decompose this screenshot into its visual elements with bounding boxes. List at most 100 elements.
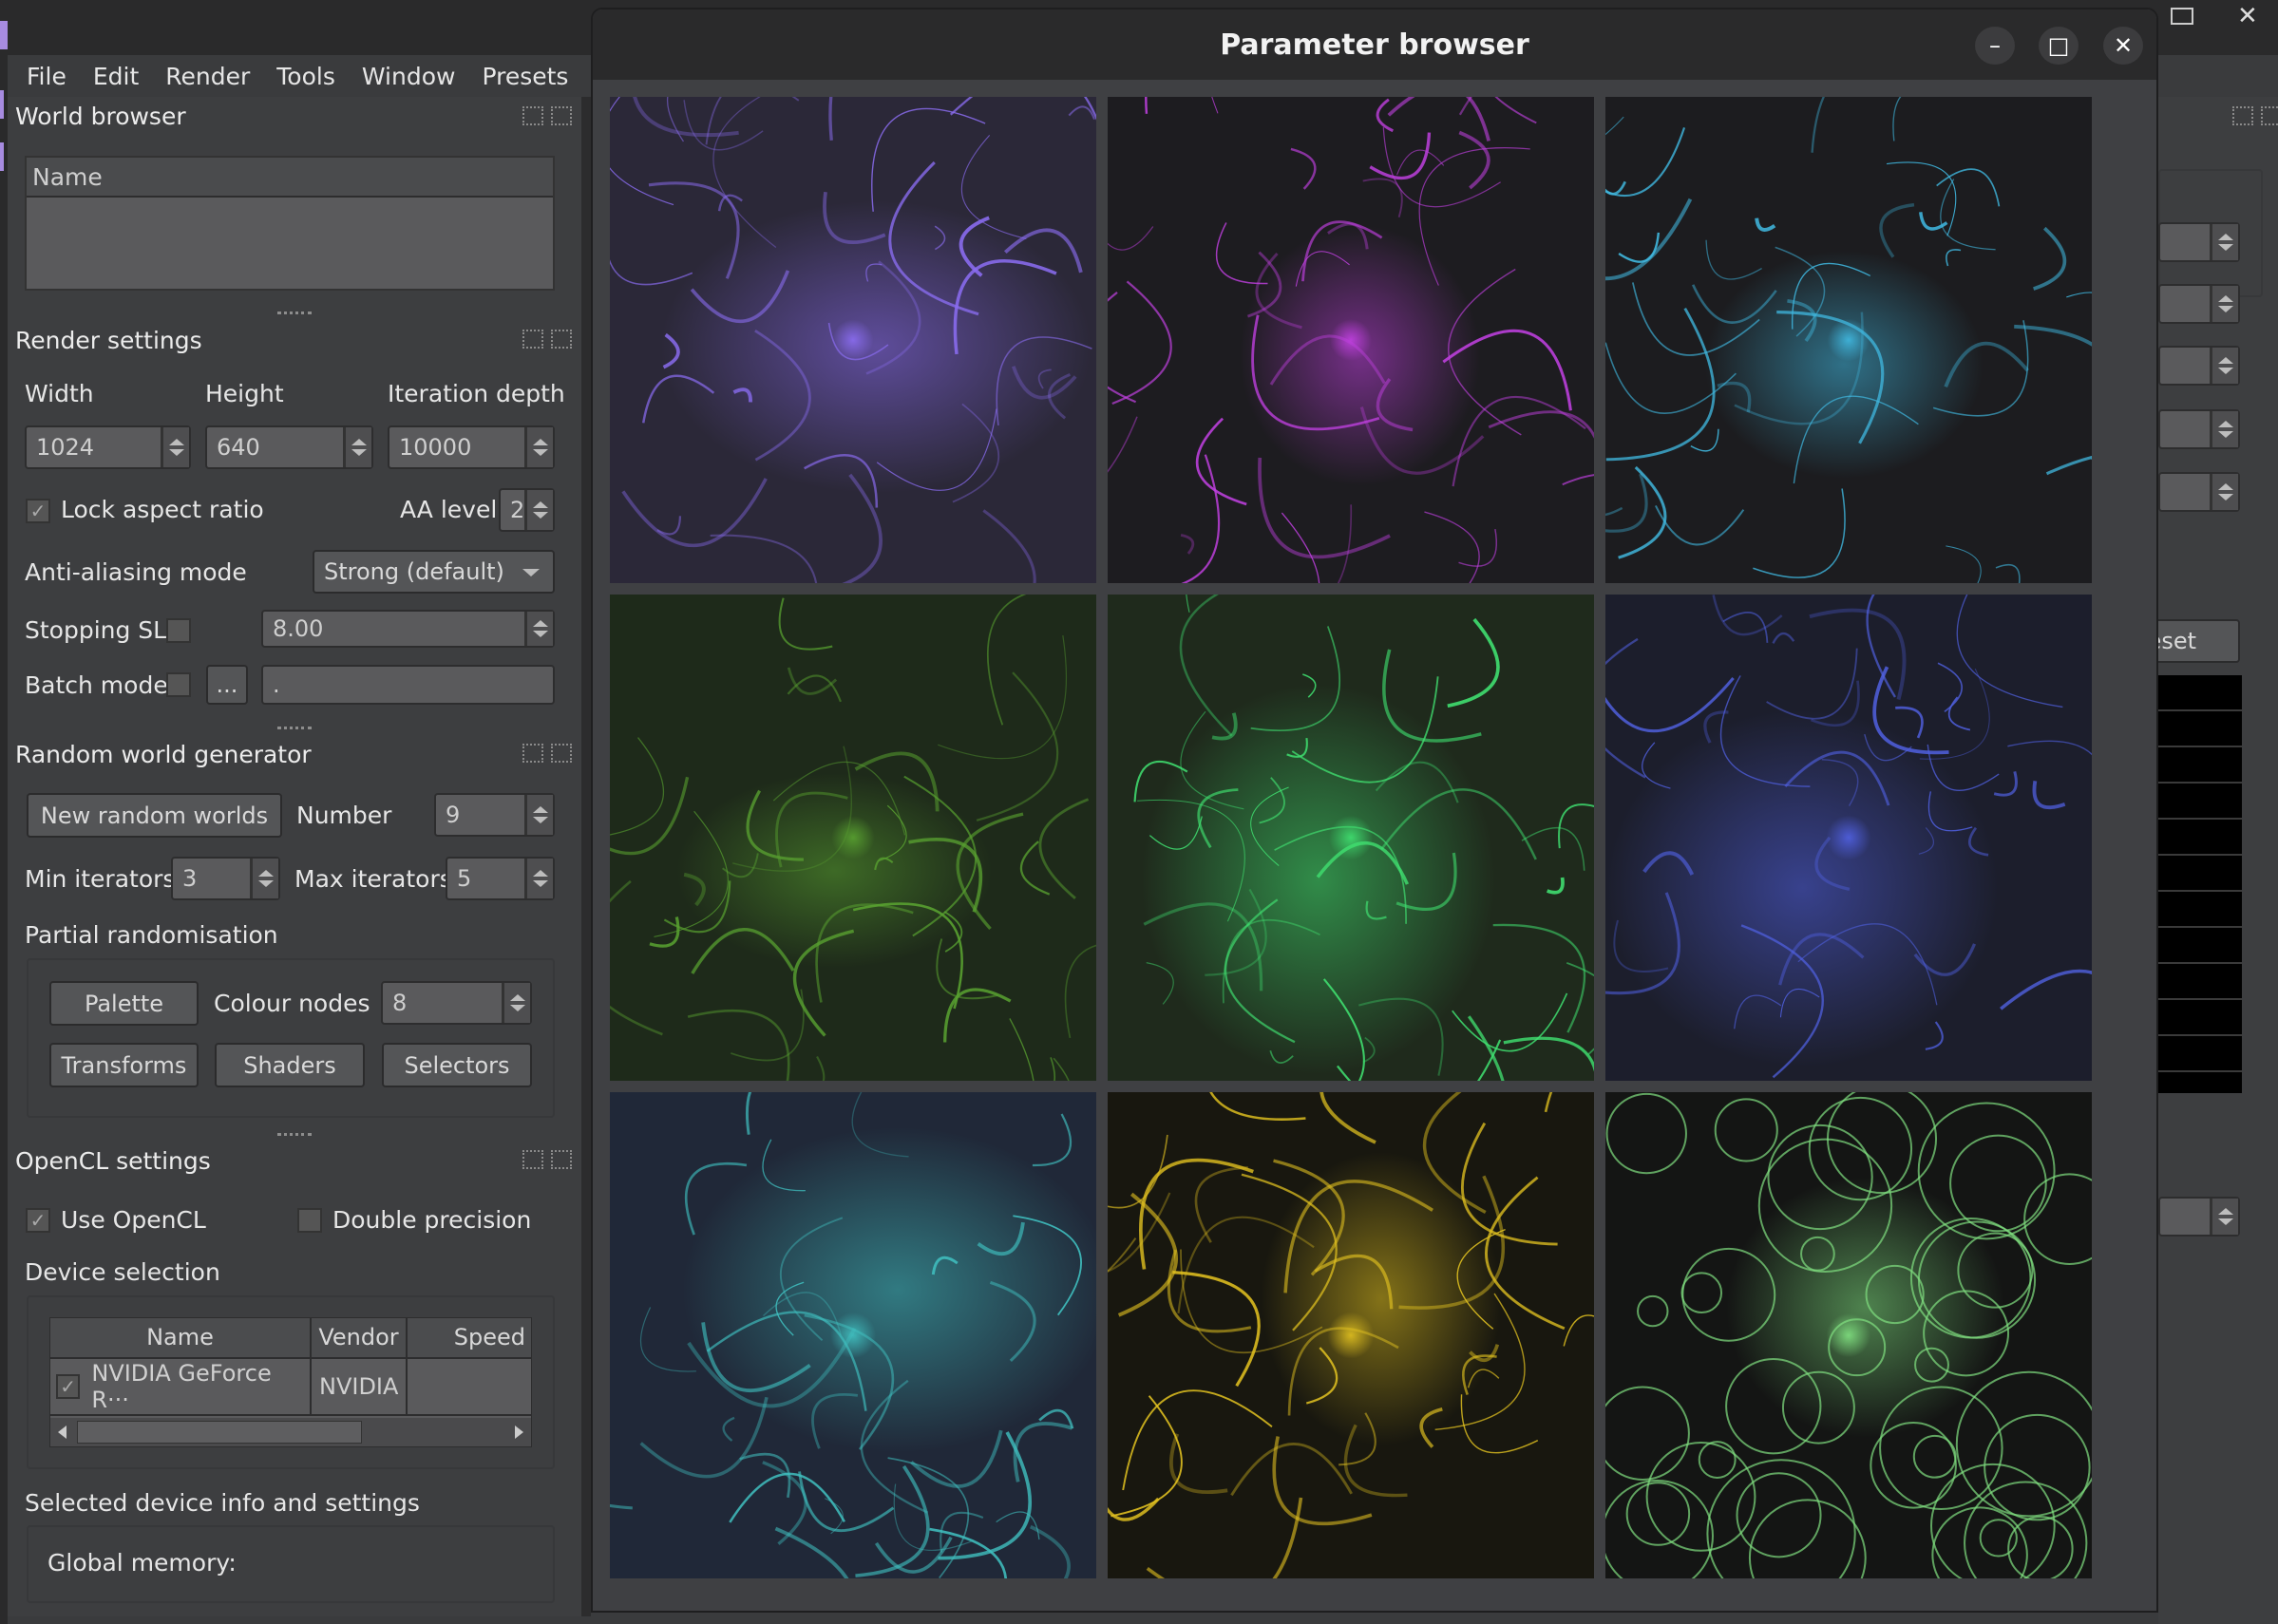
menu-edit[interactable]: Edit	[93, 63, 139, 90]
spin-arrows-icon[interactable]	[524, 859, 553, 898]
right-spinbox-6[interactable]	[2158, 1197, 2240, 1237]
close-button[interactable]: ✕	[2103, 27, 2143, 65]
splitter-handle[interactable]	[277, 1133, 312, 1137]
world-list-header-name[interactable]: Name	[27, 158, 553, 198]
horizontal-scrollbar[interactable]	[50, 1418, 531, 1446]
float-icon[interactable]	[522, 330, 543, 349]
spin-arrows-icon[interactable]	[524, 490, 553, 530]
number-spinbox[interactable]: 9	[434, 793, 555, 837]
lock-aspect-checkbox[interactable]: ✓	[26, 499, 50, 523]
menu-render[interactable]: Render	[165, 63, 250, 90]
spin-arrows-icon[interactable]	[161, 427, 189, 467]
use-opencl-checkbox[interactable]: ✓	[26, 1208, 50, 1233]
height-spinbox[interactable]: 640	[205, 425, 373, 469]
batch-mode-checkbox[interactable]	[166, 672, 191, 697]
device-selection-label: Device selection	[25, 1258, 220, 1286]
browse-button[interactable]: ...	[206, 665, 248, 705]
thumbnail-3[interactable]	[1605, 97, 2092, 583]
lock-aspect-label: Lock aspect ratio	[61, 496, 264, 523]
close-icon[interactable]	[551, 106, 572, 125]
reset-button[interactable]: eset	[2148, 619, 2240, 663]
thumbnail-6[interactable]	[1605, 595, 2092, 1081]
column-header-vendor[interactable]: Vendor	[312, 1318, 408, 1357]
curve-editor[interactable]	[2158, 675, 2242, 1093]
table-row[interactable]: ✓ NVIDIA GeForce R··· NVIDIA	[50, 1359, 531, 1416]
spin-arrows-icon[interactable]	[343, 427, 371, 467]
parameter-browser-titlebar[interactable]: Parameter browser	[593, 9, 2156, 80]
float-icon[interactable]	[522, 106, 543, 125]
minimize-button[interactable]: –	[1975, 27, 2015, 65]
right-spinbox-4[interactable]	[2158, 409, 2240, 449]
splitter-handle[interactable]	[277, 312, 312, 315]
spin-arrows-icon[interactable]	[250, 859, 278, 898]
stopping-sl-spinbox[interactable]: 8.00	[261, 610, 555, 648]
menu-tools[interactable]: Tools	[276, 63, 335, 90]
thumbnail-2[interactable]	[1108, 97, 1594, 583]
right-dock-buttons[interactable]	[2232, 106, 2278, 125]
column-header-speed[interactable]: Speed	[408, 1318, 531, 1357]
thumbnail-9[interactable]	[1605, 1092, 2092, 1578]
spin-arrows-icon[interactable]	[524, 427, 553, 467]
global-memory-label: Global memory:	[47, 1549, 237, 1577]
menu-file[interactable]: File	[27, 63, 66, 90]
palette-button[interactable]: Palette	[49, 981, 199, 1026]
thumbnail-5[interactable]	[1108, 595, 1594, 1081]
menu-presets[interactable]: Presets	[482, 63, 568, 90]
opencl-dock-buttons[interactable]	[522, 1150, 572, 1169]
batch-mode-label: Batch mode	[25, 671, 168, 699]
float-icon[interactable]	[522, 744, 543, 763]
colour-nodes-spinbox[interactable]: 8	[381, 981, 532, 1025]
menu-window[interactable]: Window	[362, 63, 456, 90]
min-iterators-label: Min iterators	[25, 865, 176, 893]
close-icon[interactable]	[551, 1150, 572, 1169]
stopping-sl-checkbox[interactable]	[166, 618, 191, 643]
spin-arrows-icon[interactable]	[502, 983, 530, 1023]
main-close-button[interactable]: ✕	[2237, 2, 2258, 30]
depth-spinbox[interactable]: 10000	[388, 425, 555, 469]
close-icon[interactable]	[2261, 106, 2278, 125]
shaders-button[interactable]: Shaders	[215, 1043, 365, 1087]
width-value: 1024	[36, 434, 95, 461]
double-precision-checkbox[interactable]	[297, 1208, 322, 1233]
device-checkbox[interactable]: ✓	[56, 1374, 81, 1399]
aa-mode-dropdown[interactable]: Strong (default)	[313, 550, 555, 594]
close-icon[interactable]	[551, 330, 572, 349]
maximize-button[interactable]: □	[2039, 27, 2079, 65]
world-list[interactable]: Name	[25, 156, 555, 291]
thumbnail-8[interactable]	[1108, 1092, 1594, 1578]
selectors-button[interactable]: Selectors	[382, 1043, 532, 1087]
scroll-right-icon[interactable]	[515, 1426, 523, 1439]
use-opencl-label: Use OpenCL	[61, 1206, 206, 1234]
world-browser-dock-buttons[interactable]	[522, 106, 572, 125]
thumbnail-7[interactable]	[610, 1092, 1096, 1578]
thumbnail-4[interactable]	[610, 595, 1096, 1081]
min-iterators-spinbox[interactable]: 3	[171, 857, 280, 900]
render-settings-dock-buttons[interactable]	[522, 330, 572, 349]
right-spinbox-1[interactable]	[2158, 222, 2240, 262]
column-header-name[interactable]: Name	[50, 1318, 312, 1357]
thumbnail-1[interactable]	[610, 97, 1096, 583]
random-gen-dock-buttons[interactable]	[522, 744, 572, 763]
device-vendor: NVIDIA	[312, 1359, 408, 1414]
batch-path-input[interactable]: .	[261, 665, 555, 705]
transforms-button[interactable]: Transforms	[49, 1043, 199, 1087]
main-maximize-button[interactable]	[2171, 8, 2193, 25]
float-icon[interactable]	[2232, 106, 2253, 125]
new-random-worlds-button[interactable]: New random worlds	[27, 793, 282, 838]
width-spinbox[interactable]: 1024	[25, 425, 191, 469]
right-spinbox-2[interactable]	[2158, 284, 2240, 324]
device-table[interactable]: Name Vendor Speed ✓ NVIDIA GeForce R··· N…	[49, 1317, 532, 1447]
spin-arrows-icon[interactable]	[524, 795, 553, 835]
splitter-handle[interactable]	[277, 727, 312, 730]
right-spinbox-3[interactable]	[2158, 346, 2240, 386]
aa-level-spinbox[interactable]: 2	[499, 488, 555, 532]
spin-arrows-icon[interactable]	[524, 612, 553, 646]
close-icon[interactable]	[551, 744, 572, 763]
dock-splitter[interactable]	[581, 97, 591, 1616]
right-spinbox-5[interactable]	[2158, 472, 2240, 512]
number-value: 9	[446, 802, 461, 828]
max-iterators-spinbox[interactable]: 5	[446, 857, 555, 900]
scroll-left-icon[interactable]	[58, 1426, 66, 1439]
float-icon[interactable]	[522, 1150, 543, 1169]
scrollbar-thumb[interactable]	[77, 1421, 362, 1444]
